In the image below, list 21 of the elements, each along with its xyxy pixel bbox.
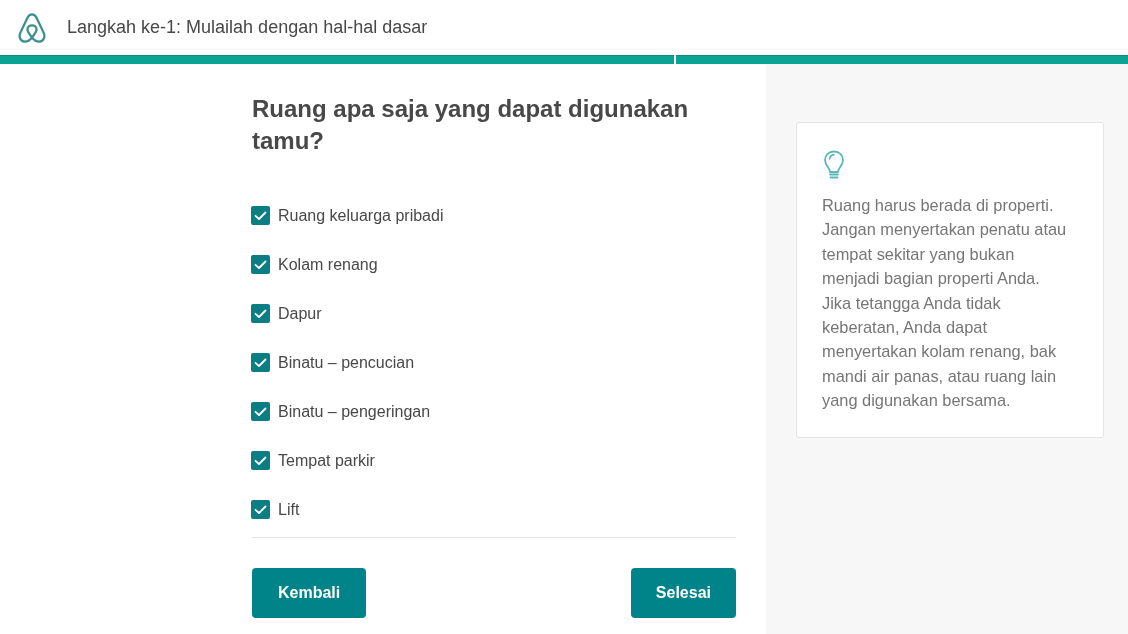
back-button[interactable]: Kembali (252, 568, 367, 618)
checkbox-label[interactable]: Dapur (278, 304, 322, 323)
checkbox-label[interactable]: Kolam renang (278, 255, 378, 274)
checkbox-label[interactable]: Binatu – pencucian (278, 353, 415, 372)
lightbulb-icon (822, 150, 846, 180)
finish-button[interactable]: Selesai (630, 568, 736, 618)
checkbox[interactable] (251, 206, 270, 225)
checkbox-label[interactable]: Lift (278, 500, 300, 519)
logo-icon[interactable] (18, 12, 46, 43)
checkbox-label[interactable]: Binatu – pengeringan (278, 402, 431, 421)
checkbox-label[interactable]: Tempat parkir (278, 451, 375, 470)
checkbox-label[interactable]: Ruang keluarga pribadi (278, 206, 444, 225)
checkbox[interactable] (251, 255, 270, 274)
step-title: Langkah ke-1: Mulailah dengan hal-hal dasar (67, 17, 428, 38)
tip-text: Ruang harus berada di properti. Jangan menyertakan penatu atau tempat sekitar yang bukan menjadi bagian properti Anda. Jika tetangga Anda tidak keberatan, Anda dapat menyertakan kolam renang, bak mandi air panas, atau ruang lain yang digunakan bersama. (822, 195, 1068, 412)
checkbox[interactable] (251, 402, 270, 421)
checkbox[interactable] (251, 353, 270, 372)
checkbox[interactable] (251, 500, 270, 519)
question-heading: Ruang apa saja yang dapat digunakan tamu? (252, 94, 690, 156)
checkbox[interactable] (251, 304, 270, 323)
checkbox[interactable] (251, 451, 270, 470)
